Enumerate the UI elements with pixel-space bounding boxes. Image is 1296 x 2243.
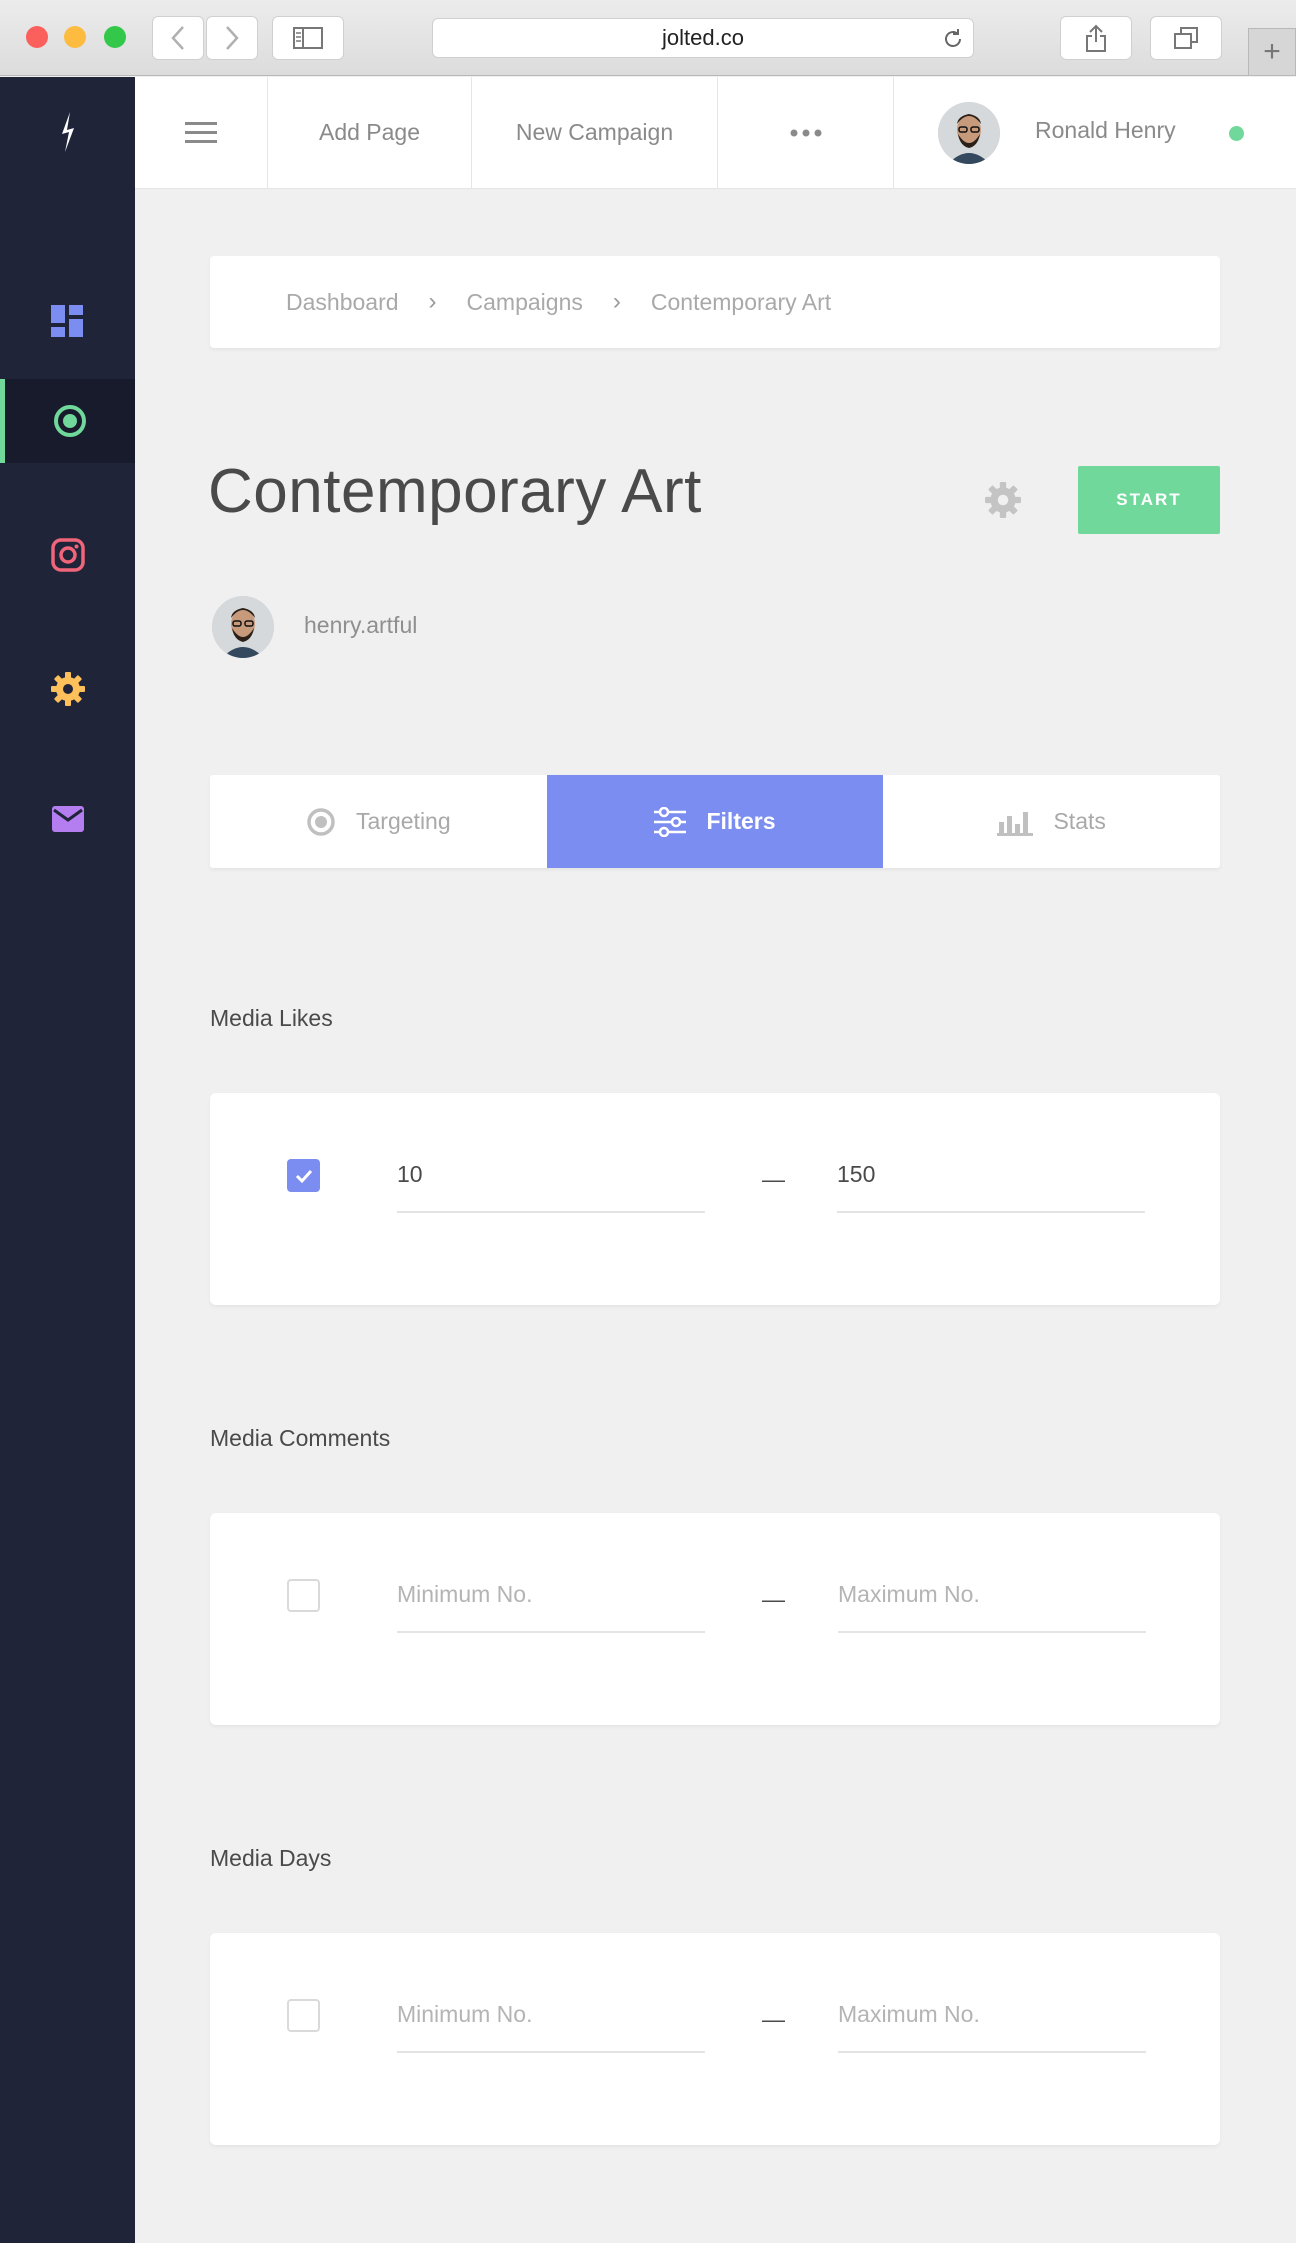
top-navbar: Add Page New Campaign Ronald Henry xyxy=(135,77,1296,189)
media-comments-checkbox[interactable] xyxy=(287,1579,320,1612)
bar-chart-icon xyxy=(997,811,1034,836)
tabs-icon xyxy=(1174,27,1198,49)
gear-icon xyxy=(50,672,85,706)
add-page-button[interactable]: Add Page xyxy=(268,77,472,188)
app-logo[interactable] xyxy=(0,77,135,187)
account-avatar xyxy=(212,596,274,658)
new-campaign-label: New Campaign xyxy=(515,119,674,145)
sidebar-toggle-button[interactable] xyxy=(272,16,344,60)
more-button[interactable] xyxy=(718,77,894,188)
chevron-right-icon xyxy=(226,26,239,50)
breadcrumb-separator: › xyxy=(612,288,621,315)
filter-card-media-days: Minimum No. — Maximum No. xyxy=(210,1933,1220,2145)
campaign-tabs: Targeting Filters Stats xyxy=(210,775,1220,868)
start-button[interactable]: START xyxy=(1078,466,1220,534)
close-window-button[interactable] xyxy=(26,26,48,48)
breadcrumb-separator: › xyxy=(428,288,437,315)
range-separator: — xyxy=(762,1586,785,1612)
browser-toolbar: jolted.co + xyxy=(0,0,1296,76)
media-days-checkbox[interactable] xyxy=(287,1999,320,2032)
new-campaign-button[interactable]: New Campaign xyxy=(472,77,718,188)
breadcrumb-current: Contemporary Art xyxy=(650,288,832,315)
user-avatar-image xyxy=(938,102,1000,164)
filter-label-media-comments: Media Comments xyxy=(210,1425,391,1451)
tab-filters[interactable]: Filters xyxy=(546,775,884,868)
account-avatar-image xyxy=(212,596,274,658)
gear-icon xyxy=(985,482,1021,518)
filter-label-media-likes: Media Likes xyxy=(210,1005,333,1031)
sidebar xyxy=(0,77,135,2243)
tab-targeting-label: Targeting xyxy=(356,808,451,834)
sidebar-icon xyxy=(293,27,323,49)
chevron-left-icon xyxy=(171,26,184,50)
user-name: Ronald Henry xyxy=(1035,117,1176,143)
target-icon xyxy=(54,405,86,437)
media-comments-min-input[interactable]: Minimum No. xyxy=(397,1563,705,1633)
url-text: jolted.co xyxy=(662,25,744,50)
filter-label-media-days: Media Days xyxy=(210,1845,332,1871)
media-likes-checkbox[interactable] xyxy=(287,1159,320,1192)
back-button[interactable] xyxy=(152,16,204,60)
tab-filters-label: Filters xyxy=(706,808,776,834)
breadcrumb-dashboard[interactable]: Dashboard xyxy=(286,289,399,316)
filter-card-media-likes: 10 — 150 xyxy=(210,1093,1220,1305)
media-likes-min-input[interactable]: 10 xyxy=(397,1143,705,1213)
target-icon xyxy=(307,807,335,836)
tab-stats[interactable]: Stats xyxy=(883,775,1220,868)
media-days-max-input[interactable]: Maximum No. xyxy=(838,1983,1146,2053)
share-icon xyxy=(1086,24,1106,52)
sliders-icon xyxy=(654,806,687,837)
breadcrumb: Dashboard › Campaigns › Contemporary Art xyxy=(210,256,1220,348)
plus-icon: + xyxy=(1263,35,1281,68)
range-separator: — xyxy=(762,2006,785,2032)
tab-stats-label: Stats xyxy=(1053,808,1106,834)
share-button[interactable] xyxy=(1060,16,1132,60)
new-tab-button[interactable]: + xyxy=(1248,28,1296,76)
lightning-logo-icon xyxy=(61,112,74,152)
account-username: henry.artful xyxy=(304,612,418,638)
minimize-window-button[interactable] xyxy=(64,26,86,48)
online-status-dot xyxy=(1229,126,1244,141)
media-comments-max-input[interactable]: Maximum No. xyxy=(838,1563,1146,1633)
sidebar-item-messages[interactable] xyxy=(0,777,135,861)
sidebar-item-dashboard[interactable] xyxy=(0,279,135,363)
address-bar[interactable]: jolted.co xyxy=(432,18,974,58)
reload-icon[interactable] xyxy=(941,27,965,51)
tabs-overview-button[interactable] xyxy=(1150,16,1222,60)
sidebar-item-campaigns[interactable] xyxy=(0,379,135,463)
sidebar-item-instagram[interactable] xyxy=(0,513,135,597)
dashboard-icon xyxy=(50,305,83,337)
range-separator: — xyxy=(762,1166,785,1192)
campaign-settings-button[interactable] xyxy=(984,481,1022,519)
tab-targeting[interactable]: Targeting xyxy=(210,775,547,868)
add-page-label: Add Page xyxy=(318,119,421,145)
forward-button[interactable] xyxy=(206,16,258,60)
media-days-min-input[interactable]: Minimum No. xyxy=(397,1983,705,2053)
media-likes-max-input[interactable]: 150 xyxy=(837,1143,1145,1213)
mail-icon xyxy=(51,806,84,832)
checkmark-icon xyxy=(295,1169,312,1183)
more-dots-icon xyxy=(790,129,821,136)
instagram-icon xyxy=(50,538,85,572)
page-title: Contemporary Art xyxy=(208,457,702,526)
breadcrumb-campaigns[interactable]: Campaigns xyxy=(467,289,583,316)
user-avatar[interactable] xyxy=(938,102,1000,164)
sidebar-item-settings[interactable] xyxy=(0,647,135,731)
hamburger-menu-icon xyxy=(185,121,217,143)
filter-card-media-comments: Minimum No. — Maximum No. xyxy=(210,1513,1220,1725)
zoom-window-button[interactable] xyxy=(104,26,126,48)
menu-button[interactable] xyxy=(135,77,268,188)
